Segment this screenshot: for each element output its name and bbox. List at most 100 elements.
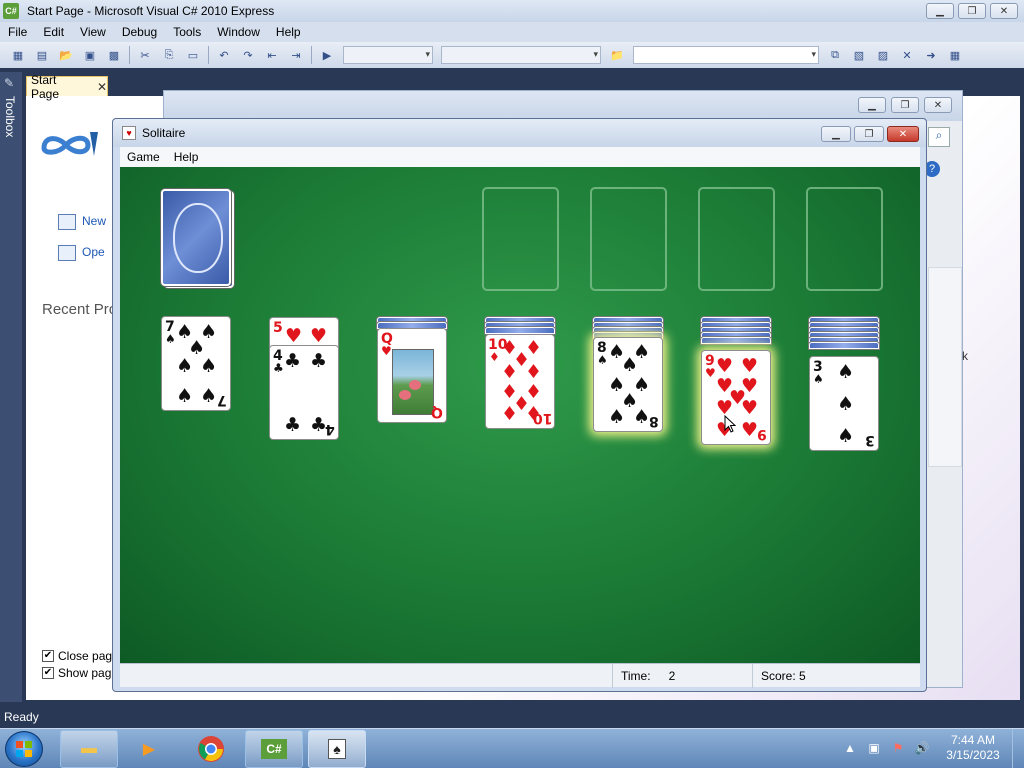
close-icon[interactable]: ✕ [97,80,107,94]
taskbar-file-explorer[interactable]: ▬ [60,730,118,768]
solitaire-titlebar[interactable]: ♥ Solitaire ▁ ❐ ✕ [113,119,926,147]
toolbox-label[interactable]: Toolbox [3,96,17,137]
close-button[interactable]: ✕ [990,3,1018,19]
solution-explorer-icon[interactable]: ⧉ [826,46,844,64]
new-project-label[interactable]: New [82,214,106,228]
tab-start-page[interactable]: Start Page ✕ [26,73,108,101]
solitaire-app-icon[interactable]: ♥ [122,126,136,140]
start-debugging-icon[interactable]: ▶ [318,46,336,64]
undo-icon[interactable]: ↶ [215,46,233,64]
open-project-label[interactable]: Ope [82,245,105,259]
open-file-icon[interactable]: 📂 [57,46,75,64]
search-icon[interactable]: ⌕ [928,127,950,147]
close-button[interactable]: ✕ [924,97,952,113]
new-project-link[interactable]: New [58,214,106,230]
cut-icon[interactable]: ✂ [136,46,154,64]
spade-icon: ♠ [176,355,194,377]
menu-edit[interactable]: Edit [35,25,72,39]
card-7-spades[interactable]: 7 ♠ ♠ ♠ ♠ ♠ ♠ ♠ ♠ 7 [161,316,231,411]
show-hidden-icons-icon[interactable]: ▲ [842,741,858,757]
show-desktop-button[interactable] [1012,729,1024,768]
taskbar-visual-csharp[interactable]: C# [245,730,303,768]
foundation-slot-2[interactable] [590,187,667,291]
restore-button[interactable]: ❐ [958,3,986,19]
volume-icon[interactable]: 🔊 [914,741,930,757]
start-button[interactable] [5,731,43,767]
menu-help[interactable]: Help [167,150,206,164]
system-clock[interactable]: 7:44 AM 3/15/2023 [940,733,1006,763]
toolbox-pin-icon[interactable]: ✎ [4,76,14,90]
taskbar-solitaire[interactable]: ♠ [308,730,366,768]
minimize-button[interactable]: ▁ [858,97,886,113]
toolbox-strip[interactable]: ✎ Toolbox [0,72,22,702]
windows-logo-icon [16,741,32,757]
close-page-checkbox-row[interactable]: ✔ Close pag [42,649,112,663]
find-in-files-icon[interactable]: 📁 [608,46,626,64]
toolbar-separator [311,46,312,64]
menu-file[interactable]: File [0,25,35,39]
extension-manager-icon[interactable]: ▦ [946,46,964,64]
chevron-down-icon: ▾ [593,49,598,59]
stock-pile[interactable] [161,189,231,286]
spade-icon: ♠ [621,354,639,376]
menu-window[interactable]: Window [209,25,268,39]
add-item-icon[interactable]: ▤ [33,46,51,64]
maximize-button[interactable]: ❐ [854,126,884,142]
solution-config-combo[interactable]: ▾ [343,46,433,64]
side-text: k [962,349,968,363]
minimize-button[interactable]: ▁ [821,126,851,142]
toolbox-icon[interactable]: ✕ [898,46,916,64]
open-project-icon [58,245,76,261]
card-8-spades[interactable]: 8 ♠ ♠ ♠ ♠ ♠ ♠ ♠ ♠ ♠ 8 [593,337,663,432]
rose-icon [409,380,421,390]
menu-game[interactable]: Game [120,150,167,164]
object-browser-icon[interactable]: ▨ [874,46,892,64]
card-10-diamonds[interactable]: 10 ♦ ♦ ♦ ♦ ♦ ♦ ♦ ♦ ♦ ♦ ♦ 10 [485,334,555,429]
game-felt[interactable]: 7 ♠ ♠ ♠ ♠ ♠ ♠ ♠ ♠ 7 5 ♥ ♥ 4 ♣ ♣ ♣ ♣ ♣ 4 [120,167,920,663]
show-page-checkbox-row[interactable]: ✔ Show pag [42,666,111,680]
network-icon[interactable]: ▣ [866,741,882,757]
close-page-checkbox[interactable]: ✔ [42,650,54,662]
taskbar-chrome[interactable] [182,730,240,768]
paste-icon[interactable]: ▭ [184,46,202,64]
solitaire-title: Solitaire [142,126,186,140]
redo-icon[interactable]: ↷ [239,46,257,64]
background-dialog-titlebar[interactable]: ▁ ❐ ✕ [164,91,962,121]
card-3-spades[interactable]: 3 ♠ ♠ ♠ ♠ 3 [809,356,879,451]
new-project-icon[interactable]: ▦ [9,46,27,64]
navigate-back-icon[interactable]: ⇤ [263,46,281,64]
heart-icon: ♥ [741,355,759,377]
close-button[interactable]: ✕ [887,126,919,142]
menu-tools[interactable]: Tools [165,25,209,39]
rose-icon [399,390,411,400]
navigate-forward-icon[interactable]: ⇥ [287,46,305,64]
save-icon[interactable]: ▣ [81,46,99,64]
platform-combo[interactable]: ▾ [441,46,601,64]
foundation-slot-3[interactable] [698,187,775,291]
properties-icon[interactable]: ▧ [850,46,868,64]
taskbar-media-player[interactable]: ▶ [120,730,178,768]
heart-icon: ♥ [285,325,303,347]
menu-help[interactable]: Help [268,25,309,39]
csharp-app-icon[interactable]: C# [3,3,19,19]
action-center-icon[interactable]: ⚑ [890,741,906,757]
tab-start-page-label[interactable]: Start Page [31,73,87,101]
find-combo[interactable]: ▾ [633,46,819,64]
foundation-slot-4[interactable] [806,187,883,291]
foundation-slot-1[interactable] [482,187,559,291]
vs-titlebar[interactable]: C# Start Page - Microsoft Visual C# 2010… [0,0,1024,22]
minimize-button[interactable]: ▁ [926,3,954,19]
menu-debug[interactable]: Debug [114,25,165,39]
menu-view[interactable]: View [72,25,114,39]
show-page-checkbox[interactable]: ✔ [42,667,54,679]
card-9-hearts[interactable]: 9 ♥ ♥ ♥ ♥ ♥ ♥ ♥ ♥ ♥ ♥ 9 [701,350,771,445]
start-page-icon[interactable]: ➜ [922,46,940,64]
status-bar: Ready [0,706,1024,728]
copy-icon[interactable]: ⎘ [160,46,178,64]
restore-button[interactable]: ❐ [891,97,919,113]
save-all-icon[interactable]: ▩ [105,46,123,64]
card-queen-hearts[interactable]: Q ♥ Q [377,328,447,423]
open-project-link[interactable]: Ope [58,245,105,261]
card-4-clubs[interactable]: 4 ♣ ♣ ♣ ♣ ♣ 4 [269,345,339,440]
club-icon: ♣ [284,350,302,372]
